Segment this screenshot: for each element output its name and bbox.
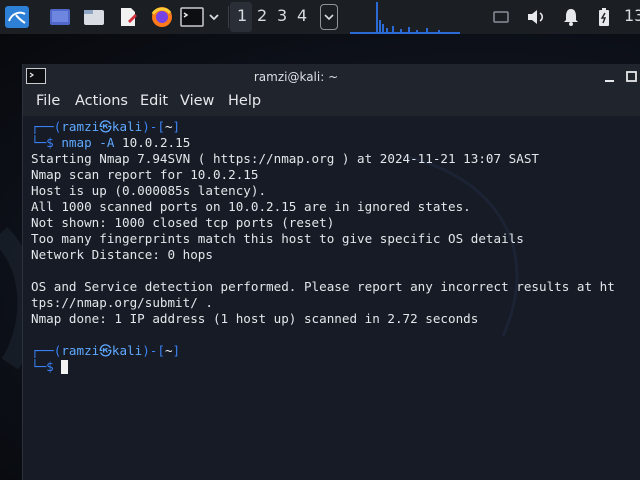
prompt-arrow: └─$ (31, 359, 54, 374)
prompt-end: ] (172, 119, 181, 134)
prompt-end: ] (172, 343, 181, 358)
output-line: Too many fingerprints match this host to… (31, 231, 524, 246)
output-line: Host is up (0.000085s latency). (31, 183, 267, 198)
workspace-menu-chevron-icon (324, 14, 334, 21)
workspace-4[interactable]: 4 (297, 6, 307, 25)
command-name: nmap (61, 135, 92, 150)
chevron-down-icon[interactable] (207, 5, 221, 29)
terminal-icon[interactable] (180, 5, 204, 29)
output-line: OS and Service detection performed. Plea… (31, 279, 615, 294)
clock[interactable]: 13 (624, 6, 640, 25)
battery-icon[interactable] (596, 5, 612, 29)
prompt-line-2: ┌──(ramzi㉿kali)-[~] (31, 343, 180, 359)
notification-bell-icon[interactable] (562, 5, 580, 29)
prompt-host: kali (111, 119, 143, 134)
output-line: Nmap done: 1 IP address (1 host up) scan… (31, 311, 479, 326)
workspace-1[interactable]: 1 (237, 6, 247, 25)
prompt-dir: ~ (164, 119, 173, 134)
menu-help[interactable]: Help (228, 93, 261, 109)
menu-bar: File Actions Edit View Help (23, 90, 640, 116)
maximize-button[interactable] (625, 69, 639, 83)
command-args: -A (91, 135, 123, 150)
prompt-arrow: └─$ (31, 135, 54, 150)
prompt-host: kali (111, 343, 143, 358)
output-line: Network Distance: 0 hops (31, 247, 213, 262)
prompt-user: ramzi (61, 343, 100, 358)
maximize-icon (626, 71, 637, 82)
prompt-mid: )-[ (142, 343, 165, 358)
output-line: All 1000 scanned ports on 10.0.2.15 are … (31, 199, 471, 214)
output-line: tps://nmap.org/submit/ . (31, 295, 213, 310)
window-title: ramzi@kali: ~ (253, 70, 339, 84)
command-line-2[interactable]: └─$ (31, 359, 69, 375)
terminal-output-area[interactable]: ┌──(ramzi㉿kali)-[~] └─$ nmap -A 10.0.2.1… (23, 116, 640, 480)
display-icon[interactable] (492, 5, 510, 29)
minimize-icon (605, 80, 614, 82)
command-target: 10.0.2.15 (122, 135, 191, 150)
top-panel: 1 2 3 4 13 (0, 0, 640, 34)
prompt-dir: ~ (164, 343, 173, 358)
prompt-at: ㉿ (99, 119, 112, 134)
panel-separator (228, 6, 229, 28)
volume-icon[interactable] (526, 5, 546, 29)
output-line: Starting Nmap 7.94SVN ( https://nmap.org… (31, 151, 539, 166)
prompt-line-1: ┌──(ramzi㉿kali)-[~] (31, 119, 180, 135)
text-editor-icon[interactable] (116, 5, 140, 29)
minimize-button[interactable] (603, 69, 617, 83)
prompt-corner: ┌──( (31, 119, 62, 134)
firefox-icon[interactable] (150, 5, 174, 29)
show-desktop-icon[interactable] (48, 5, 72, 29)
workspace-2[interactable]: 2 (257, 6, 267, 25)
workspace-menu-button[interactable] (320, 4, 338, 30)
output-line: Nmap scan report for 10.0.2.15 (31, 167, 259, 182)
command-line-1: └─$ nmap -A 10.0.2.15 (31, 135, 190, 151)
cpu-graph-icon (350, 2, 460, 34)
prompt-corner: ┌──( (31, 343, 62, 358)
menu-edit[interactable]: Edit (140, 93, 168, 109)
prompt-mid: )-[ (142, 119, 165, 134)
prompt-user: ramzi (61, 119, 100, 134)
text-cursor (61, 360, 69, 374)
output-line: Not shown: 1000 closed tcp ports (reset) (31, 215, 335, 230)
file-manager-icon[interactable] (82, 5, 106, 29)
workspace-3[interactable]: 3 (277, 6, 287, 25)
prompt-at: ㉿ (99, 343, 112, 358)
menu-actions[interactable]: Actions (75, 93, 128, 109)
menu-file[interactable]: File (36, 93, 60, 109)
menu-view[interactable]: View (180, 93, 214, 109)
terminal-window: ramzi@kali: ~ File Actions Edit View Hel… (22, 64, 640, 480)
window-titlebar[interactable]: ramzi@kali: ~ (23, 64, 640, 90)
kali-menu-icon[interactable] (4, 5, 30, 29)
